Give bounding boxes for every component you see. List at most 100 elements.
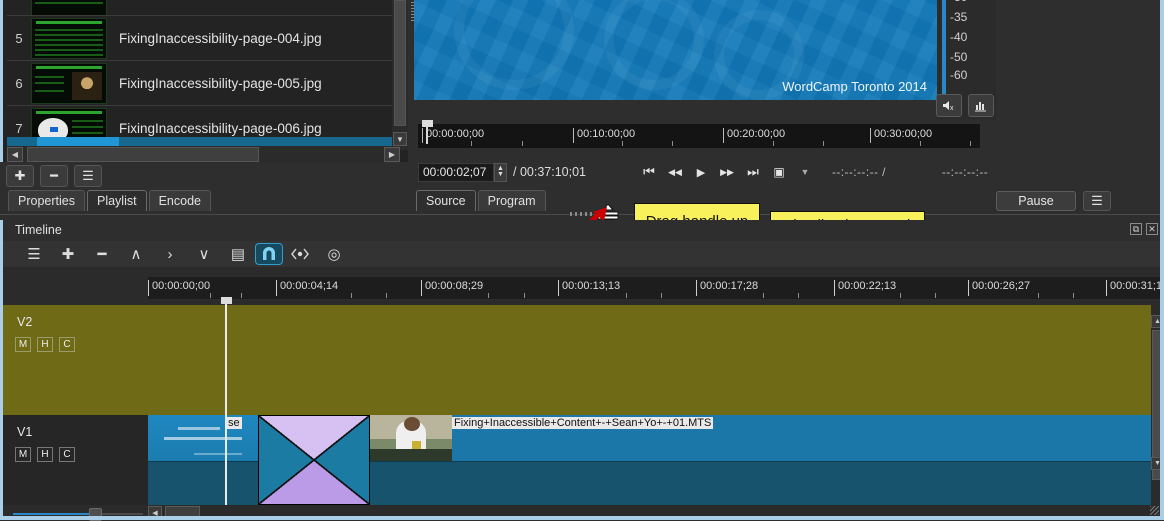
ruler-label: 00:00:13;13: [558, 280, 620, 296]
list-item-label: FixingInaccessibility-page-004.jpg: [119, 30, 322, 46]
list-item[interactable]: 5 FixingInaccessibility-page-004.jpg: [7, 16, 392, 61]
tab-encode[interactable]: Encode: [148, 190, 211, 211]
list-item[interactable]: [7, 0, 392, 16]
timeline-track-v2[interactable]: V2 M H C: [3, 305, 1151, 415]
mute-track-button[interactable]: M: [15, 447, 31, 462]
list-item[interactable]: 6 FixingInaccessibility-page-005.jpg: [7, 61, 392, 106]
snap-magnet-button[interactable]: [255, 243, 283, 265]
scrub-while-dragging-button[interactable]: [283, 242, 317, 266]
playlist-horizontal-scrollbar[interactable]: ◀ ▶: [7, 146, 400, 162]
float-panel-button[interactable]: ⧉: [1130, 223, 1142, 235]
list-item-label: FixingInaccessibility-page-005.jpg: [119, 75, 322, 91]
grab-frame-button[interactable]: ▣: [766, 165, 792, 179]
ruler-label: 00:00:08;29: [421, 280, 483, 296]
audio-levels-button[interactable]: [968, 94, 994, 117]
rewind-button[interactable]: ◀◀: [662, 167, 688, 178]
player-ruler[interactable]: 00:00:00;00 00:10:00;00 00:20:00;00 00:3…: [418, 124, 980, 148]
ripple-delete-button[interactable]: ━: [85, 242, 119, 266]
thumbnail-icon: [31, 17, 107, 59]
remove-from-playlist-button[interactable]: ━: [40, 165, 68, 187]
ruler-label: 00:00:31;12: [1106, 280, 1164, 296]
panel-title: Timeline: [15, 223, 62, 237]
skip-to-end-button[interactable]: ⏭: [740, 164, 766, 180]
window-border-right: [1160, 0, 1164, 520]
timeline-clip-video[interactable]: Fixing+Inaccessible+Content+-+Sean+Yo+-+…: [370, 415, 1151, 505]
thumbnail-icon: [31, 62, 107, 104]
play-button[interactable]: ▶: [688, 166, 714, 179]
track-body-v2[interactable]: [148, 305, 1151, 415]
mute-audio-button[interactable]: x: [936, 94, 962, 117]
right-pane: [996, 0, 1160, 190]
track-head-v2[interactable]: V2 M H C: [3, 305, 148, 415]
ruler-label: 00:00:22;13: [834, 280, 896, 296]
ruler-label: 00:00:17;28: [696, 280, 758, 296]
grab-frame-dropdown[interactable]: ▼: [792, 167, 818, 177]
pause-button[interactable]: Pause: [996, 191, 1076, 211]
append-down-button[interactable]: ∨: [187, 242, 221, 266]
window-border-bottom: [0, 516, 1164, 520]
timeline-clip-transition[interactable]: [258, 415, 370, 505]
in-point-label: --:--:--:-- /: [831, 165, 886, 179]
timeline-clip-slide[interactable]: se: [148, 415, 264, 505]
timeline-track-v1[interactable]: V1 M H C se Fixing+Inaccessible+Content+…: [3, 415, 1151, 505]
clip-thumbnail-icon: [370, 415, 452, 461]
hide-track-button[interactable]: H: [37, 337, 53, 352]
row-index: 7: [15, 120, 23, 136]
current-timecode-field[interactable]: 00:00:02;07: [418, 162, 494, 182]
playlist-menu-button[interactable]: ☰: [74, 165, 102, 187]
levels-icon: [975, 102, 986, 112]
timeline-body: 00:00:00;00 00:00:04;14 00:00:08;29 00:0…: [3, 267, 1164, 521]
close-panel-button[interactable]: ✕: [1146, 223, 1158, 235]
append-button[interactable]: ✚: [51, 242, 85, 266]
video-preview[interactable]: WordCamp Toronto 2014: [414, 0, 937, 100]
timeline-playhead[interactable]: [221, 297, 232, 505]
meter-label: -50: [950, 50, 968, 64]
pause-controls: Pause ☰: [996, 191, 1111, 211]
ruler-label: 00:00:26;27: [968, 280, 1030, 296]
split-button[interactable]: ▤: [221, 242, 255, 266]
tab-program[interactable]: Program: [477, 190, 546, 211]
ruler-label: 00:00:00;00: [148, 280, 210, 296]
scrollbar-thumb[interactable]: [27, 146, 259, 162]
scrollbar-thumb[interactable]: [394, 0, 406, 126]
timeline-ruler[interactable]: 00:00:00;00 00:00:04;14 00:00:08;29 00:0…: [148, 277, 1164, 299]
tab-properties[interactable]: Properties: [8, 190, 85, 211]
tab-source[interactable]: Source: [416, 190, 476, 211]
video-caption: WordCamp Toronto 2014: [782, 79, 927, 94]
tab-playlist[interactable]: Playlist: [86, 190, 147, 211]
skip-to-start-button[interactable]: ⏮: [636, 164, 662, 180]
ruler-label: 00:20:00;00: [723, 128, 785, 143]
hide-track-button[interactable]: H: [37, 447, 53, 462]
list-item-label: FixingInaccessibility-page-006.jpg: [119, 120, 322, 136]
player-playhead[interactable]: [422, 120, 433, 144]
add-to-playlist-button[interactable]: ✚: [6, 165, 34, 187]
right-pane-menu-button[interactable]: ☰: [1083, 191, 1111, 211]
resize-grip-icon[interactable]: [1150, 506, 1159, 515]
total-duration-label: / 00:37:10;01: [513, 165, 586, 179]
scroll-left-icon[interactable]: ◀: [7, 146, 23, 162]
speaker-mute-icon: x: [942, 101, 954, 112]
lift-button[interactable]: ∧: [119, 242, 153, 266]
row-index: 5: [15, 30, 23, 46]
meter-label: -40: [950, 30, 968, 44]
player-transport-bar: 00:00:02;07 ▲ ▼ / 00:37:10;01 ⏮ ◀◀ ▶ ▶▶ ⏭…: [418, 160, 988, 184]
lock-track-button[interactable]: C: [59, 447, 75, 462]
fast-forward-button[interactable]: ▶▶: [714, 167, 740, 178]
out-point-label: --:--:--:--: [941, 165, 989, 179]
playlist-vertical-scrollbar[interactable]: ▼: [392, 0, 408, 150]
track-head-v1[interactable]: V1 M H C: [3, 415, 148, 505]
panel-window-buttons: ⧉ ✕: [1130, 223, 1158, 235]
lock-track-button[interactable]: C: [59, 337, 75, 352]
timeline-menu-button[interactable]: ☰: [17, 242, 51, 266]
overwrite-button[interactable]: ›: [153, 242, 187, 266]
meter-label: -60: [950, 68, 968, 82]
track-body-v1[interactable]: se Fixing+Inaccessible+Content+-+Sean+Yo…: [148, 415, 1151, 505]
ripple-all-tracks-button[interactable]: ◎: [317, 242, 351, 266]
timeline-toolbar: ☰ ✚ ━ ∧ › ∨ ▤ ◎: [3, 241, 1164, 267]
svg-text:x: x: [950, 105, 954, 112]
scroll-down-icon[interactable]: ▼: [393, 132, 407, 146]
mute-track-button[interactable]: M: [15, 337, 31, 352]
timecode-stepper[interactable]: ▲ ▼: [494, 162, 507, 182]
timeline-panel: Timeline ⧉ ✕ ☰ ✚ ━ ∧ › ∨ ▤ ◎ 00:00:00;00…: [0, 220, 1164, 521]
scroll-right-icon[interactable]: ▶: [384, 146, 400, 162]
